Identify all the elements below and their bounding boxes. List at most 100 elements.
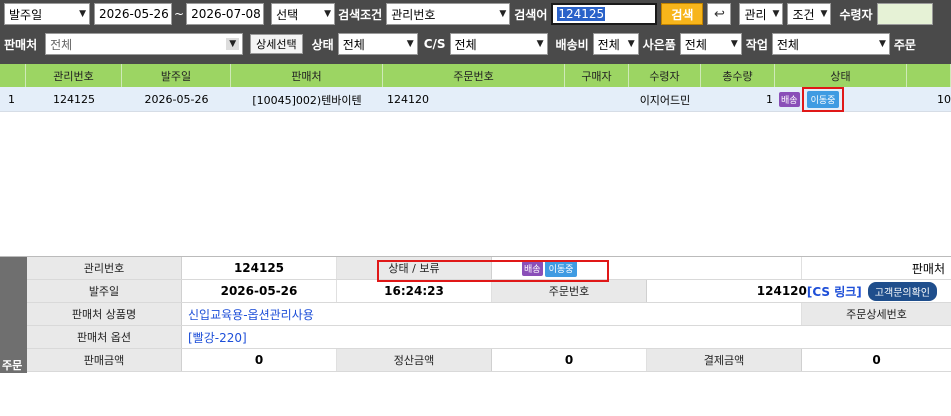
- sale-amount-label: 판매금액: [27, 349, 182, 371]
- gift-select[interactable]: 전체 ▼: [679, 33, 742, 55]
- date-preset-value: 선택: [276, 7, 299, 22]
- shipping-fee-select[interactable]: 전체 ▼: [592, 33, 639, 55]
- order-time-value: 16:24:23: [337, 280, 492, 302]
- pay-amount-value: 0: [872, 353, 881, 367]
- chevron-down-icon: ▼: [226, 38, 240, 50]
- chevron-down-icon: ▼: [536, 39, 544, 49]
- order-no-label: 주문번호: [492, 280, 647, 302]
- filter-bar: 발주일 ▼ 2026-05-26 ~ 2026-07-08 선택 ▼ 검색 조건 …: [0, 0, 951, 64]
- detail-row: 판매처 상품명 신입교육용-옵션관리사용 주문상세번호: [27, 303, 951, 326]
- detail-seller-label: 판매처: [911, 261, 945, 276]
- detail-row: 판매금액 0 정산금액 0 결제금액 0: [27, 349, 951, 372]
- date-range-separator: ~: [174, 7, 185, 21]
- row-buyer: [565, 87, 629, 112]
- chevron-down-icon: ▼: [324, 9, 332, 19]
- manage-select[interactable]: 관리 ▼: [739, 3, 784, 25]
- chevron-down-icon: ▼: [627, 39, 635, 49]
- status-label: 상태: [311, 37, 334, 52]
- work-value: 전체: [776, 37, 799, 52]
- grid-header-cell[interactable]: 판매처: [231, 64, 383, 87]
- date-preset-select[interactable]: 선택 ▼: [271, 3, 336, 25]
- grid-header-cell[interactable]: 구매자: [565, 64, 629, 87]
- row-extra: 10: [937, 93, 951, 106]
- row-order-date: 2026-05-26: [144, 93, 209, 106]
- order-detail-panel: 주문 관리번호 124125 상태 / 보류 배송 이동중 판매처 발주일 20…: [0, 256, 951, 416]
- row-index: 1: [8, 93, 15, 106]
- status-highlight: 이동중: [801, 87, 845, 112]
- condition-select[interactable]: 조건 ▼: [787, 3, 832, 25]
- status-select[interactable]: 전체 ▼: [337, 33, 418, 55]
- pay-amount-label: 결제금액: [647, 349, 802, 371]
- work-select[interactable]: 전체 ▼: [771, 33, 890, 55]
- manage-value: 관리: [744, 7, 767, 22]
- row-seller: [10045]002)텐바이텐: [252, 93, 362, 107]
- option-label: 판매처 옵션: [27, 326, 182, 348]
- table-row[interactable]: 1 124125 2026-05-26 [10045]002)텐바이텐 1241…: [0, 87, 951, 112]
- row-status: 배송 이동중: [775, 87, 907, 112]
- date-to-input[interactable]: 2026-07-08: [186, 3, 265, 25]
- search-button[interactable]: 검색: [661, 3, 704, 25]
- customer-inquiry-button[interactable]: 고객문의확인: [867, 281, 937, 301]
- search-condition-label: 검색조건: [338, 7, 383, 22]
- date-type-select[interactable]: 발주일 ▼: [4, 3, 90, 25]
- condition-value: 조건: [792, 7, 815, 22]
- manage-no-label: 관리번호: [27, 257, 182, 279]
- chevron-down-icon: ▼: [79, 9, 86, 19]
- chevron-down-icon: ▼: [878, 39, 886, 49]
- cs-link[interactable]: [CS 링크]: [807, 283, 862, 300]
- chevron-down-icon: ▼: [499, 9, 507, 19]
- order-no-value: 124120: [756, 284, 807, 298]
- seller-label: 판매처: [4, 37, 38, 52]
- settle-amount-value: 0: [492, 349, 647, 371]
- undo-icon: ↩: [714, 6, 725, 22]
- cs-label: C/S: [423, 37, 446, 51]
- date-type-value: 발주일: [9, 7, 43, 22]
- recipient-label: 수령자: [839, 7, 873, 22]
- order-label: 주문: [893, 37, 916, 52]
- detail-row: 발주일 2026-05-26 16:24:23 주문번호 124120 [CS …: [27, 280, 951, 303]
- filter-row-1: 발주일 ▼ 2026-05-26 ~ 2026-07-08 선택 ▼ 검색 조건 …: [0, 0, 933, 28]
- cs-select[interactable]: 전체 ▼: [449, 33, 548, 55]
- chevron-down-icon: ▼: [772, 9, 780, 19]
- grid-header-cell[interactable]: 발주일: [122, 64, 231, 87]
- manage-no-value: 124125: [182, 257, 337, 279]
- order-date-label: 발주일: [27, 280, 182, 302]
- search-word-input[interactable]: 124125: [551, 3, 658, 25]
- reset-button[interactable]: ↩: [707, 3, 732, 25]
- recipient-input[interactable]: [876, 3, 933, 25]
- search-word-value: 124125: [557, 7, 606, 21]
- search-condition-select[interactable]: 관리번호 ▼: [386, 3, 511, 25]
- grid-header-cell[interactable]: 수령자: [629, 64, 701, 87]
- search-condition-value: 관리번호: [391, 7, 436, 22]
- shipping-fee-value: 전체: [597, 37, 620, 52]
- row-total-qty: 1: [766, 93, 773, 106]
- row-recipient: 이지어드민: [639, 93, 691, 107]
- cs-value: 전체: [454, 37, 477, 52]
- grid-header-cell[interactable]: 주문번호: [383, 64, 565, 87]
- row-manage-no: 124125: [53, 93, 95, 106]
- grid-header-cell[interactable]: 상태: [775, 64, 907, 87]
- filter-row-2: 판매처 전체 ▼ 상세선택 상태 전체 ▼ C/S 전체 ▼ 배송비 전체 ▼ …: [0, 30, 920, 58]
- product-name-value: 신입교육용-옵션관리사용: [182, 303, 802, 325]
- gift-value: 전체: [684, 37, 707, 52]
- detail-side-label: 주문: [2, 359, 23, 372]
- seller-select[interactable]: 전체 ▼: [45, 33, 244, 55]
- chevron-down-icon: ▼: [730, 39, 738, 49]
- order-no-cell: 124120 [CS 링크] 고객문의확인: [647, 280, 951, 302]
- shipping-fee-label: 배송비: [555, 37, 589, 52]
- row-order-no: 124120: [387, 93, 429, 106]
- grid-header-cell: [0, 64, 26, 87]
- settle-amount-label: 정산금액: [337, 349, 492, 371]
- detail-select-button[interactable]: 상세선택: [250, 34, 303, 54]
- grid-header-cell[interactable]: 총수량: [701, 64, 775, 87]
- order-date-value: 2026-05-26: [182, 280, 337, 302]
- grid-header-cell[interactable]: 관리번호: [26, 64, 122, 87]
- date-from-input[interactable]: 2026-05-26: [94, 3, 172, 25]
- work-label: 작업: [745, 37, 768, 52]
- product-name-label: 판매처 상품명: [27, 303, 182, 325]
- sale-amount-value: 0: [182, 349, 337, 371]
- status-badge[interactable]: 이동중: [806, 91, 840, 108]
- detail-status-highlight: [377, 260, 609, 282]
- search-word-label: 검색어: [514, 7, 548, 22]
- ship-badge: 배송: [779, 92, 800, 107]
